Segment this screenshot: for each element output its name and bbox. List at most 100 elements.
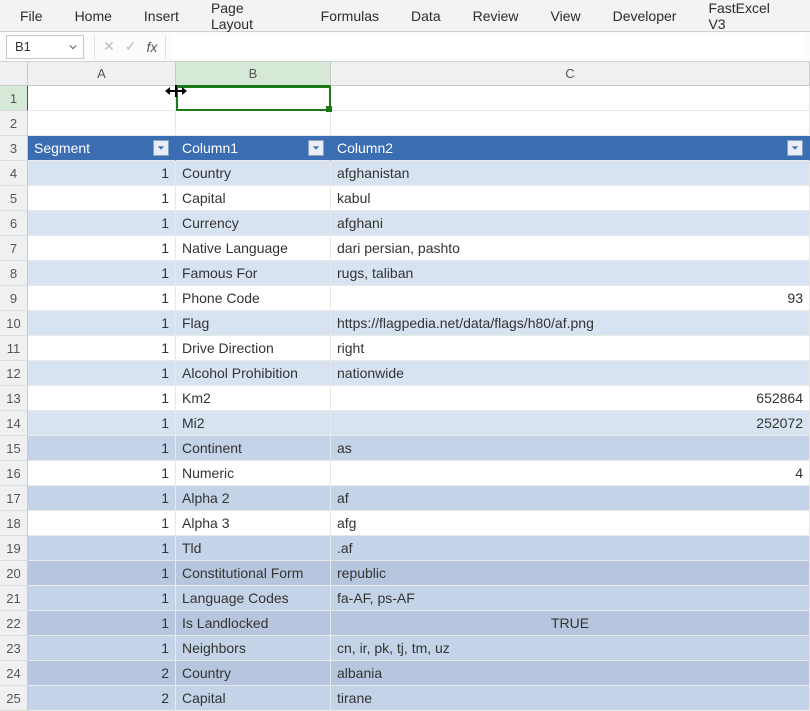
- cell[interactable]: Country: [176, 161, 331, 186]
- row-header[interactable]: 19: [0, 536, 28, 561]
- table-header-column2[interactable]: Column2: [331, 136, 810, 161]
- name-box[interactable]: B1: [6, 35, 84, 59]
- cell[interactable]: 1: [28, 411, 176, 436]
- col-header-c[interactable]: C: [331, 62, 810, 86]
- col-header-b[interactable]: B: [176, 62, 331, 86]
- row-header[interactable]: 8: [0, 261, 28, 286]
- cell[interactable]: 1: [28, 561, 176, 586]
- row-header[interactable]: 18: [0, 511, 28, 536]
- cell[interactable]: rugs, taliban: [331, 261, 810, 286]
- cell[interactable]: afg: [331, 511, 810, 536]
- ribbon-tab-formulas[interactable]: Formulas: [305, 0, 395, 31]
- filter-dropdown-icon[interactable]: [787, 140, 803, 156]
- cell[interactable]: 652864: [331, 386, 810, 411]
- cell[interactable]: 1: [28, 361, 176, 386]
- row-header[interactable]: 20: [0, 561, 28, 586]
- cell[interactable]: Neighbors: [176, 636, 331, 661]
- cell[interactable]: https://flagpedia.net/data/flags/h80/af.…: [331, 311, 810, 336]
- cell[interactable]: 1: [28, 286, 176, 311]
- row-header[interactable]: 1: [0, 86, 28, 111]
- row-header[interactable]: 5: [0, 186, 28, 211]
- cell[interactable]: Numeric: [176, 461, 331, 486]
- cell[interactable]: 93: [331, 286, 810, 311]
- cell[interactable]: 1: [28, 611, 176, 636]
- cell[interactable]: cn, ir, pk, tj, tm, uz: [331, 636, 810, 661]
- cell[interactable]: TRUE: [331, 611, 810, 636]
- row-header[interactable]: 12: [0, 361, 28, 386]
- ribbon-tab-page-layout[interactable]: Page Layout: [195, 0, 305, 31]
- cell[interactable]: Phone Code: [176, 286, 331, 311]
- col-header-a[interactable]: A: [28, 62, 176, 86]
- cell[interactable]: Alpha 2: [176, 486, 331, 511]
- cell[interactable]: Country: [176, 661, 331, 686]
- ribbon-tab-developer[interactable]: Developer: [597, 0, 693, 31]
- table-header-column1[interactable]: Column1: [176, 136, 331, 161]
- cell[interactable]: republic: [331, 561, 810, 586]
- cell[interactable]: [176, 111, 331, 136]
- ribbon-tab-fastexcel-v3[interactable]: FastExcel V3: [692, 0, 806, 31]
- ribbon-tab-home[interactable]: Home: [59, 0, 128, 31]
- cell[interactable]: kabul: [331, 186, 810, 211]
- row-header[interactable]: 13: [0, 386, 28, 411]
- cell[interactable]: 1: [28, 311, 176, 336]
- cell[interactable]: [331, 86, 810, 111]
- cell[interactable]: Famous For: [176, 261, 331, 286]
- ribbon-tab-data[interactable]: Data: [395, 0, 457, 31]
- cell[interactable]: Continent: [176, 436, 331, 461]
- row-header[interactable]: 2: [0, 111, 28, 136]
- cell[interactable]: 1: [28, 536, 176, 561]
- cell[interactable]: 1: [28, 186, 176, 211]
- row-header[interactable]: 4: [0, 161, 28, 186]
- ribbon-tab-insert[interactable]: Insert: [128, 0, 195, 31]
- cell[interactable]: Is Landlocked: [176, 611, 331, 636]
- cell[interactable]: 1: [28, 211, 176, 236]
- row-header[interactable]: 7: [0, 236, 28, 261]
- row-header[interactable]: 11: [0, 336, 28, 361]
- row-header[interactable]: 17: [0, 486, 28, 511]
- worksheet[interactable]: A B C 1234567891011121314151617181920212…: [0, 62, 810, 690]
- cell[interactable]: Capital: [176, 186, 331, 211]
- table-header-segment[interactable]: Segment: [28, 136, 176, 161]
- cell[interactable]: Language Codes: [176, 586, 331, 611]
- cell[interactable]: 1: [28, 511, 176, 536]
- row-header[interactable]: 23: [0, 636, 28, 661]
- formula-cancel-icon[interactable]: ✕: [103, 38, 115, 55]
- cell[interactable]: 4: [331, 461, 810, 486]
- cell[interactable]: Flag: [176, 311, 331, 336]
- filter-dropdown-icon[interactable]: [308, 140, 324, 156]
- cell[interactable]: 252072: [331, 411, 810, 436]
- cell[interactable]: 1: [28, 461, 176, 486]
- row-header[interactable]: 15: [0, 436, 28, 461]
- cell[interactable]: Constitutional Form: [176, 561, 331, 586]
- cell[interactable]: Km2: [176, 386, 331, 411]
- formula-confirm-icon[interactable]: ✓: [125, 38, 137, 55]
- cell[interactable]: nationwide: [331, 361, 810, 386]
- row-header[interactable]: 16: [0, 461, 28, 486]
- cell[interactable]: Drive Direction: [176, 336, 331, 361]
- ribbon-tab-review[interactable]: Review: [457, 0, 535, 31]
- cell[interactable]: afghani: [331, 211, 810, 236]
- row-header[interactable]: 6: [0, 211, 28, 236]
- cell[interactable]: Currency: [176, 211, 331, 236]
- cell[interactable]: albania: [331, 661, 810, 686]
- row-header[interactable]: 22: [0, 611, 28, 636]
- cell[interactable]: [28, 86, 176, 111]
- formula-input[interactable]: [172, 35, 804, 59]
- cell[interactable]: .af: [331, 536, 810, 561]
- row-header[interactable]: 3: [0, 136, 28, 161]
- row-header[interactable]: 24: [0, 661, 28, 686]
- cell[interactable]: 1: [28, 161, 176, 186]
- cell[interactable]: Alpha 3: [176, 511, 331, 536]
- fx-icon[interactable]: fx: [146, 39, 157, 55]
- cell[interactable]: [331, 111, 810, 136]
- row-header[interactable]: 9: [0, 286, 28, 311]
- cell[interactable]: [176, 86, 331, 111]
- row-header[interactable]: 14: [0, 411, 28, 436]
- cell[interactable]: 1: [28, 236, 176, 261]
- select-all-corner[interactable]: [0, 62, 28, 86]
- cell[interactable]: Alcohol Prohibition: [176, 361, 331, 386]
- cell[interactable]: 2: [28, 661, 176, 686]
- cell[interactable]: Mi2: [176, 411, 331, 436]
- cell[interactable]: 1: [28, 586, 176, 611]
- ribbon-tab-view[interactable]: View: [535, 0, 597, 31]
